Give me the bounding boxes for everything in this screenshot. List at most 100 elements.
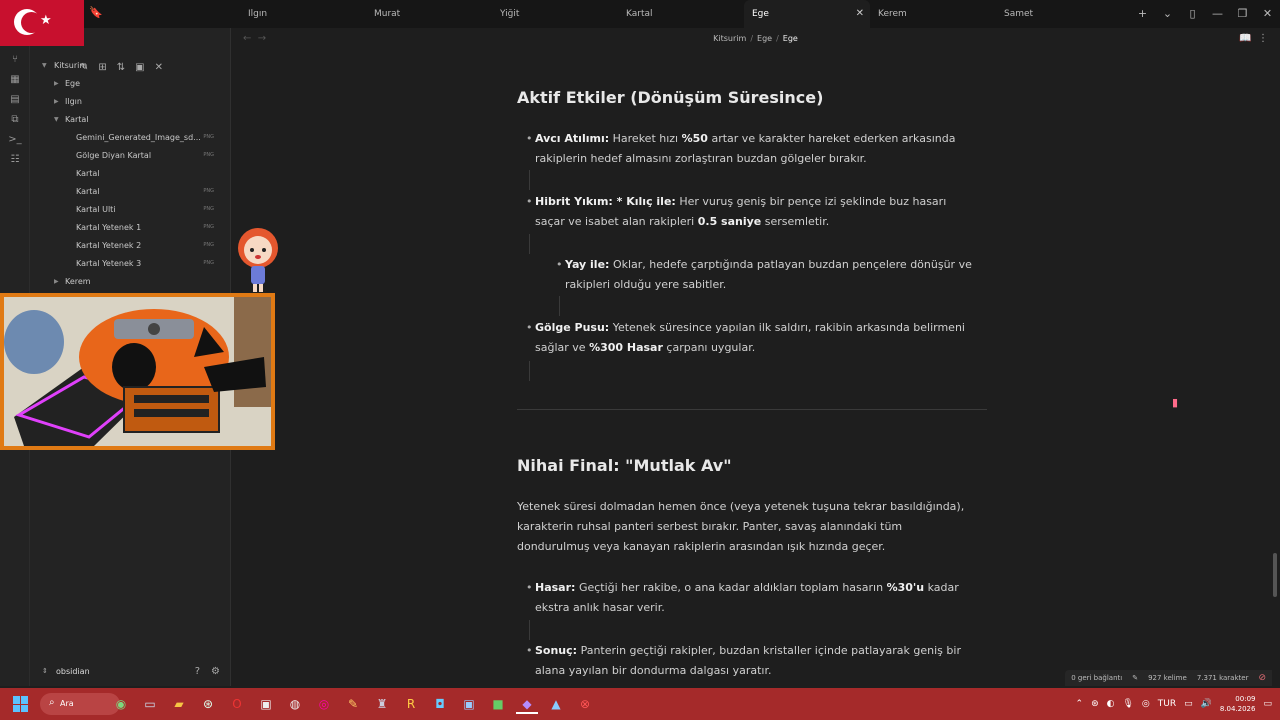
gear-icon[interactable]: ⚙ xyxy=(211,666,220,677)
network-icon[interactable]: ▭ xyxy=(1184,699,1193,709)
graph-icon[interactable]: ⑂ xyxy=(0,54,30,65)
tray-app-icon[interactable]: ◎ xyxy=(1142,699,1150,709)
taskbar-apps: ◉ ▭ ▰ ⊛ O ▣ ◍ ◎ ✎ ♜ R ◘ ▣ ■ ◆ ▲ ⊗ xyxy=(110,694,596,714)
sidebar-toggle-icon[interactable]: ▯ xyxy=(1180,0,1205,28)
new-tab-icon[interactable]: + xyxy=(1130,0,1155,28)
file-explorer-icon[interactable]: ▰ xyxy=(168,694,190,714)
tree-folder[interactable]: ▼ Kartal xyxy=(30,112,230,130)
steam-icon[interactable]: ⊛ xyxy=(197,694,219,714)
tab-ilgin[interactable]: Ilgın xyxy=(240,0,366,28)
bookmark-icon[interactable]: 🔖 xyxy=(89,6,103,19)
epic-games-icon[interactable]: ▣ xyxy=(255,694,277,714)
list-item: Hibrit Yıkım: * Kılıç ile: Her vuruş gen… xyxy=(526,192,975,232)
bullet-text: sersemletir. xyxy=(764,215,830,228)
tab-ege[interactable]: Ege ✕ xyxy=(744,0,870,28)
pencil-icon[interactable]: ✎ xyxy=(1132,674,1138,682)
tab-kartal[interactable]: Kartal xyxy=(618,0,744,28)
bullet-label: Sonuç: xyxy=(535,644,578,657)
volume-icon[interactable]: 🔊 xyxy=(1201,699,1212,709)
canvas-icon[interactable]: ▦ xyxy=(0,74,30,85)
templates-icon[interactable]: ☷ xyxy=(0,154,30,165)
riot-icon[interactable]: R xyxy=(400,694,422,714)
tree-label: Gölge Diyan Kartal xyxy=(76,151,152,160)
help-icon[interactable]: ? xyxy=(195,666,200,677)
tree-label: Ege xyxy=(65,79,81,88)
bullet-text: Hareket hızı xyxy=(612,132,679,145)
chevron-down-icon: ▼ xyxy=(54,116,59,123)
minimize-icon[interactable]: — xyxy=(1205,0,1230,28)
tree-file[interactable]: Kartal Yetenek 3 PNG xyxy=(30,256,230,274)
instagram-icon[interactable]: ◎ xyxy=(313,694,335,714)
tree-file[interactable]: Gemini_Generated_Image_sd... PNG xyxy=(30,130,230,148)
list-item: Avcı Atılımı: Hareket hızı %50 artar ve … xyxy=(526,129,975,169)
heading-final: Nihai Final: "Mutlak Av" xyxy=(517,456,732,475)
turkish-flag-overlay: ★ xyxy=(0,0,84,46)
editor-controls: 📖 ⋮ xyxy=(1239,33,1268,44)
app-icon[interactable]: ⊗ xyxy=(574,694,596,714)
list-item: Gölge Pusu: Yetenek süresince yapılan il… xyxy=(526,318,975,358)
tree-file[interactable]: Kartal xyxy=(30,166,230,184)
tree-folder[interactable]: ▶ Ege xyxy=(30,76,230,94)
notification-icon[interactable]: ▭ xyxy=(1263,699,1272,709)
crescent-cut-shape xyxy=(21,12,42,33)
tree-folder-root[interactable]: ▼ Kitsurim xyxy=(30,58,230,76)
chevron-down-icon[interactable]: ⌄ xyxy=(1155,0,1180,28)
tree-file[interactable]: Kartal Yetenek 2 PNG xyxy=(30,238,230,256)
bullet-label: Avcı Atılımı: xyxy=(535,132,610,145)
tab-murat[interactable]: Murat xyxy=(366,0,492,28)
backlinks-count[interactable]: 0 geri bağlantı xyxy=(1071,674,1122,682)
tree-folder[interactable]: ▶ Ilgın xyxy=(30,94,230,112)
app-icon[interactable]: ▣ xyxy=(458,694,480,714)
more-options-icon[interactable]: ⋮ xyxy=(1258,33,1268,44)
tab-yigit[interactable]: Yiğit xyxy=(492,0,618,28)
maximize-icon[interactable]: ❐ xyxy=(1230,0,1255,28)
bullet-label: Gölge Pusu: xyxy=(535,321,610,334)
clock[interactable]: 00:09 8.04.2026 xyxy=(1220,694,1256,714)
xbox-icon[interactable]: ◉ xyxy=(110,694,132,714)
copy-icon[interactable]: ⧉ xyxy=(0,114,30,125)
bullet-label: Hibrit Yıkım: * Kılıç ile: xyxy=(535,195,676,208)
scrollbar-thumb[interactable] xyxy=(1273,553,1277,597)
app-icon[interactable]: ▲ xyxy=(545,694,567,714)
obsidian-icon[interactable]: ◆ xyxy=(516,694,538,714)
close-icon[interactable]: ✕ xyxy=(856,8,864,19)
tab-label: Ege xyxy=(752,9,769,19)
start-tile xyxy=(21,704,28,712)
paint-icon[interactable]: ✎ xyxy=(342,694,364,714)
app-icon[interactable]: ♜ xyxy=(371,694,393,714)
microphone-icon[interactable]: 🎙 xyxy=(1122,699,1133,709)
bullet-text: Oklar, hedefe çarptığında patlayan buzda… xyxy=(565,258,972,291)
tab-kerem[interactable]: Kerem xyxy=(870,0,996,28)
calendar-icon[interactable]: ▤ xyxy=(0,94,30,105)
opera-icon[interactable]: O xyxy=(226,694,248,714)
tab-samet[interactable]: Samet xyxy=(996,0,1122,28)
minecraft-icon[interactable]: ■ xyxy=(487,694,509,714)
app-icon[interactable]: ◘ xyxy=(429,694,451,714)
tray-app-icon[interactable]: ⊛ xyxy=(1091,699,1099,709)
tree-folder[interactable]: ▶ Kerem xyxy=(30,274,230,292)
vault-switcher[interactable]: ⇕ obsidian ? ⚙ xyxy=(30,658,230,686)
tab-bar: Ilgın Murat Yiğit Kartal Ege ✕ Kerem Same… xyxy=(240,0,1122,28)
word-count: 927 kelime xyxy=(1148,674,1187,682)
tree-file[interactable]: Kartal Yetenek 1 PNG xyxy=(30,220,230,238)
window-close-icon[interactable]: ✕ xyxy=(1255,0,1280,28)
tray-app-icon[interactable]: ◐ xyxy=(1107,699,1115,709)
start-button[interactable] xyxy=(13,696,29,712)
terminal-icon[interactable]: >_ xyxy=(0,134,30,145)
chevron-down-icon: ▼ xyxy=(42,62,47,69)
breadcrumb-current[interactable]: Ege xyxy=(783,34,798,43)
breadcrumb-root[interactable]: Kitsurim xyxy=(713,34,746,43)
app-icon[interactable]: ◍ xyxy=(284,694,306,714)
task-view-icon[interactable]: ▭ xyxy=(139,694,161,714)
reading-view-icon[interactable]: 📖 xyxy=(1239,33,1251,44)
system-tray: ⌃ ⊛ ◐ 🎙 ◎ TUR ▭ 🔊 00:09 8.04.2026 ▭ xyxy=(1076,688,1272,720)
sync-warning-icon[interactable]: ⊘ xyxy=(1258,673,1266,683)
breadcrumb-folder[interactable]: Ege xyxy=(757,34,772,43)
taskbar-search[interactable]: ⌕ Ara xyxy=(40,693,120,715)
editor-pane: ← → Kitsurim / Ege / Ege 📖 ⋮ Aktif Etkiler (… xyxy=(231,28,1280,686)
language-indicator[interactable]: TUR xyxy=(1158,699,1176,709)
tree-file[interactable]: Gölge Diyan Kartal PNG xyxy=(30,148,230,166)
tree-file[interactable]: Kartal PNG xyxy=(30,184,230,202)
tray-chevron-icon[interactable]: ⌃ xyxy=(1076,699,1084,709)
tree-file[interactable]: Kartal Ulti PNG xyxy=(30,202,230,220)
